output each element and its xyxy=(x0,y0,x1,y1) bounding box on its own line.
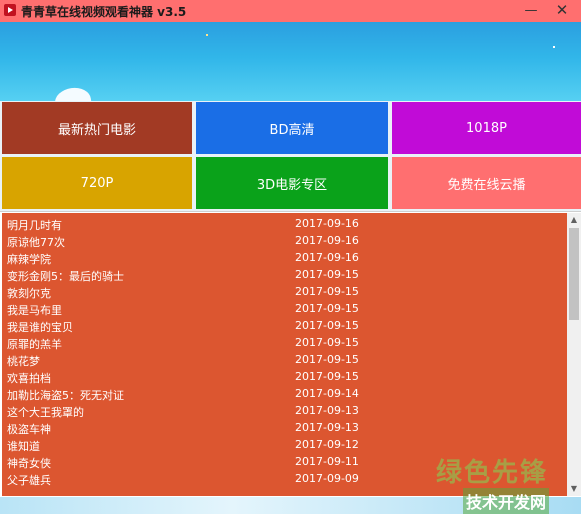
list-item[interactable]: 加勒比海盗5：死无对证 2017-09-14 xyxy=(2,385,567,402)
list-item[interactable]: 原罪的羔羊 2017-09-15 xyxy=(2,334,567,351)
tile-720p[interactable]: 720P xyxy=(2,157,192,209)
list-item[interactable]: 欢喜拍档 2017-09-15 xyxy=(2,368,567,385)
movie-title: 变形金刚5：最后的骑士 xyxy=(7,270,124,283)
movie-date: 2017-09-15 xyxy=(295,268,359,281)
movie-title: 明月几时有 xyxy=(7,219,62,232)
watermark-text: 绿色先锋 xyxy=(436,458,549,488)
list-item[interactable]: 变形金刚5：最后的骑士 2017-09-15 xyxy=(2,266,567,283)
movie-title: 敦刻尔克 xyxy=(7,287,51,300)
tile-bd-hd[interactable]: BD高清 xyxy=(196,102,388,154)
title-bar: 青青草在线视频观看神器 v3.5 — ✕ xyxy=(0,0,581,22)
movie-date: 2017-09-15 xyxy=(295,319,359,332)
app-icon xyxy=(4,4,16,16)
movie-title: 谁知道 xyxy=(7,440,40,453)
movie-title: 极盗车神 xyxy=(7,423,51,436)
window-title: 青青草在线视频观看神器 v3.5 xyxy=(21,5,187,19)
banner-cloud xyxy=(53,85,93,101)
list-item[interactable]: 麻辣学院 2017-09-16 xyxy=(2,249,567,266)
movie-date: 2017-09-14 xyxy=(295,387,359,400)
scroll-up-icon[interactable]: ▲ xyxy=(567,213,581,227)
movie-title: 这个大王我罩的 xyxy=(7,406,84,419)
banner-decoration xyxy=(206,34,208,36)
banner-decoration xyxy=(553,46,555,48)
movie-date: 2017-09-12 xyxy=(295,438,359,451)
list-item[interactable]: 原谅他77次 2017-09-16 xyxy=(2,232,567,249)
movie-date: 2017-09-16 xyxy=(295,251,359,264)
movie-date: 2017-09-16 xyxy=(295,217,359,230)
list-item[interactable]: 极盗车神 2017-09-13 xyxy=(2,419,567,436)
watermark-subtext: 技术开发网 xyxy=(463,488,550,514)
movie-title: 原谅他77次 xyxy=(7,236,65,249)
list-item[interactable]: 明月几时有 2017-09-16 xyxy=(2,215,567,232)
list-item[interactable]: 谁知道 2017-09-12 xyxy=(2,436,567,453)
movie-date: 2017-09-15 xyxy=(295,302,359,315)
list-item[interactable]: 我是谁的宝贝 2017-09-15 xyxy=(2,317,567,334)
movie-date: 2017-09-15 xyxy=(295,353,359,366)
tile-1018p[interactable]: 1018P xyxy=(392,102,581,154)
movie-title: 麻辣学院 xyxy=(7,253,51,266)
list-item[interactable]: 敦刻尔克 2017-09-15 xyxy=(2,283,567,300)
tile-3d-movies[interactable]: 3D电影专区 xyxy=(196,157,388,209)
movie-title: 欢喜拍档 xyxy=(7,372,51,385)
movie-title: 神奇女侠 xyxy=(7,457,51,470)
list-item[interactable]: 这个大王我罩的 2017-09-13 xyxy=(2,402,567,419)
movie-date: 2017-09-15 xyxy=(295,370,359,383)
header-banner xyxy=(0,22,581,101)
movie-date: 2017-09-09 xyxy=(295,472,359,485)
movie-date: 2017-09-15 xyxy=(295,336,359,349)
movie-title: 原罪的羔羊 xyxy=(7,338,62,351)
close-button[interactable]: ✕ xyxy=(552,1,572,20)
movie-title: 桃花梦 xyxy=(7,355,40,368)
movie-title: 我是谁的宝贝 xyxy=(7,321,73,334)
movie-title: 加勒比海盗5：死无对证 xyxy=(7,389,124,402)
movie-title: 父子雄兵 xyxy=(7,474,51,487)
watermark: 绿色先锋 技术开发网 xyxy=(436,452,581,514)
tile-free-cloud-play[interactable]: 免费在线云播 xyxy=(392,157,581,209)
movie-title: 我是马布里 xyxy=(7,304,62,317)
movie-date: 2017-09-13 xyxy=(295,404,359,417)
movie-date: 2017-09-15 xyxy=(295,285,359,298)
movie-date: 2017-09-16 xyxy=(295,234,359,247)
list-item[interactable]: 桃花梦 2017-09-15 xyxy=(2,351,567,368)
tile-latest-movies[interactable]: 最新热门电影 xyxy=(2,102,192,154)
movie-date: 2017-09-13 xyxy=(295,421,359,434)
movie-date: 2017-09-11 xyxy=(295,455,359,468)
scrollbar-thumb[interactable] xyxy=(569,228,579,320)
list-item[interactable]: 我是马布里 2017-09-15 xyxy=(2,300,567,317)
minimize-button[interactable]: — xyxy=(521,1,541,20)
